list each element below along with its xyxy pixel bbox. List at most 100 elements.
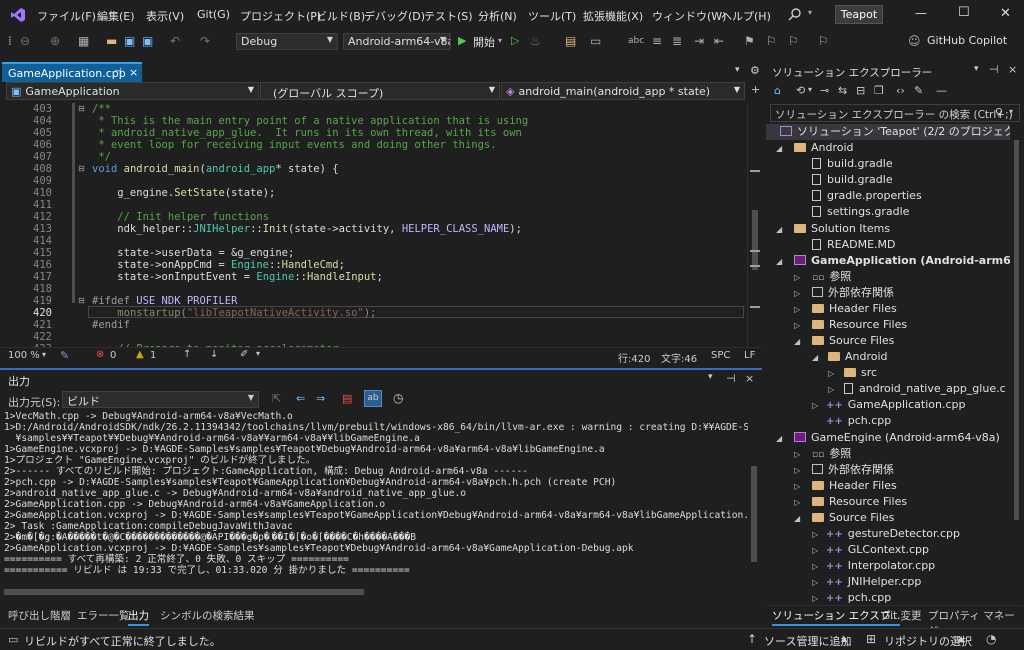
collapsed-icon[interactable]: ▷ (794, 482, 800, 491)
tree-solution[interactable]: ソリューション 'Teapot' (2/2 のプロジェクト) (766, 124, 1010, 140)
tree-file-cpp[interactable]: ++ pch.cpp (826, 590, 891, 606)
pin-icon[interactable]: ⊣ (114, 67, 122, 77)
tree-file-cpp[interactable]: ++ Interpolator.cpp (826, 558, 935, 574)
comment-icon[interactable]: ≡ (652, 34, 662, 48)
platform-select[interactable]: Android-arm64-v8a ▼ (343, 33, 451, 50)
tree-filter-resource-files[interactable]: Resource Files (812, 317, 907, 333)
scroll-thumb[interactable] (751, 466, 757, 562)
open-folder-icon[interactable]: ▬ (106, 34, 117, 48)
menu-help[interactable]: ヘルプ(H) (721, 8, 771, 24)
nav-function-select[interactable]: ◈ android_main(android_app * state) ▼ (501, 82, 745, 100)
undo-icon[interactable]: ↶ (170, 34, 180, 48)
menu-view[interactable]: 表示(V) (146, 8, 184, 24)
nav-scope-select[interactable]: (グローバル スコープ) ▼ (260, 82, 500, 100)
scroll-thumb[interactable] (752, 210, 758, 270)
next-issue-icon[interactable]: ↓ (210, 349, 218, 360)
go-to-location-icon[interactable]: ⇱ (272, 392, 281, 405)
close-icon[interactable]: × (129, 66, 138, 79)
tree-file-cpp[interactable]: ++ gestureDetector.cpp (826, 526, 960, 542)
warning-icon[interactable]: ▲ (136, 349, 144, 360)
tree-folder-solution-items[interactable]: Solution Items (794, 221, 890, 237)
collapsed-icon[interactable]: ▷ (794, 321, 800, 330)
next-message-icon[interactable]: ⇒ (316, 392, 325, 405)
tree-filter-header-files[interactable]: Header Files (812, 478, 897, 494)
uncomment-icon[interactable]: ≣ (672, 34, 682, 48)
code-cleanup-dropdown-icon[interactable]: ▾ (256, 349, 260, 358)
collapsed-icon[interactable]: ▷ (794, 450, 800, 459)
tree-filter-src[interactable]: src (844, 365, 877, 381)
minimize-button[interactable]: — (915, 6, 927, 20)
panel-menu-icon[interactable]: ▾ (974, 64, 979, 74)
tree-file[interactable]: gradle.properties (812, 188, 922, 204)
code-cleanup-icon[interactable]: ✐ (240, 349, 248, 360)
word-wrap-toggle[interactable]: ab (364, 390, 382, 407)
search-icon[interactable] (788, 7, 802, 21)
tree-file-cpp[interactable]: ++ GameApplication.cpp (826, 397, 965, 413)
start-button[interactable]: 開始 (473, 34, 495, 50)
close-icon[interactable]: × (1008, 63, 1017, 76)
chevron-up-icon[interactable]: ▲ (841, 634, 847, 643)
tree-folder-android[interactable]: Android (794, 140, 854, 156)
tree-file[interactable]: build.gradle (812, 156, 893, 172)
horizontal-scrollbar[interactable] (272, 352, 602, 360)
column-indicator[interactable]: 文字:46 (661, 350, 697, 365)
next-bookmark-icon[interactable]: ⚐ (788, 34, 799, 48)
collapse-icon[interactable]: ⊟ (78, 296, 85, 305)
gear-icon[interactable]: ⚙ (750, 64, 760, 77)
tab-call-hierarchy[interactable]: 呼び出し階層 (8, 608, 71, 623)
home-icon[interactable]: ⌂ (774, 84, 781, 97)
spell-check-icon[interactable]: abc (628, 34, 644, 48)
menu-extensions[interactable]: 拡張機能(X) (583, 8, 643, 24)
menu-build[interactable]: ビルド(B) (316, 8, 365, 24)
output-source-select[interactable]: ビルド ▼ (62, 391, 259, 408)
pin-icon[interactable]: ⊣ (989, 63, 999, 76)
warning-count[interactable]: 1 (150, 350, 156, 361)
back-icon[interactable]: ⊖ (20, 34, 30, 48)
search-icon[interactable]: ⚲ (995, 106, 1003, 119)
prev-message-icon[interactable]: ⇐ (296, 392, 305, 405)
solution-search-input[interactable]: ソリューション エクスプローラー の検索 (Ctrl+;) ⚲ ▾ (770, 104, 1020, 122)
scroll-thumb[interactable] (1014, 140, 1019, 520)
collapsed-icon[interactable]: ▷ (812, 578, 818, 587)
tab-symbol-results[interactable]: シンボルの検索結果 (160, 608, 255, 623)
tree-external-deps[interactable]: 外部依存関係 (812, 462, 894, 478)
line-ending-indicator[interactable]: LF (744, 350, 755, 361)
tree-filter-android[interactable]: Android (828, 349, 888, 365)
code-icon[interactable]: ‹› (896, 84, 905, 97)
collapsed-icon[interactable]: ▷ (794, 498, 800, 507)
tree-filter-source-files[interactable]: Source Files (812, 333, 894, 349)
clear-bookmarks-icon[interactable]: ⚐ (818, 34, 829, 48)
tree-external-deps[interactable]: 外部依存関係 (812, 285, 894, 301)
pin-icon[interactable]: ⊣ (726, 372, 736, 385)
chevron-up-icon[interactable]: ▲ (958, 634, 964, 643)
expanded-icon[interactable]: ◢ (776, 434, 782, 443)
menu-window[interactable]: ウィンドウ(W) (652, 8, 726, 24)
collapsed-icon[interactable]: ▷ (812, 562, 818, 571)
redo-icon[interactable]: ↷ (200, 34, 210, 48)
new-project-icon[interactable]: ▦ (78, 34, 89, 48)
pending-changes-icon[interactable]: ⊸ (820, 84, 829, 97)
clear-all-icon[interactable]: ▤ (342, 392, 352, 405)
tree-file-cpp[interactable]: ++ JNIHelper.cpp (826, 574, 921, 590)
menu-project[interactable]: プロジェクト(P) (240, 8, 321, 24)
tree-project-gameengine[interactable]: GameEngine (Android-arm64-v8a) (794, 430, 1000, 446)
collapsed-icon[interactable]: ▷ (812, 594, 818, 603)
collapsed-icon[interactable]: ▷ (794, 466, 800, 475)
error-count[interactable]: 0 (110, 350, 116, 361)
tab-git-changes[interactable]: Git 変更 (882, 608, 922, 623)
menu-tools[interactable]: ツール(T) (528, 8, 576, 24)
whitespace-indicator[interactable]: SPC (711, 350, 730, 361)
hot-reload-icon[interactable]: ♨ (530, 34, 541, 48)
add-to-source-control-button[interactable]: ソース管理に追加 (764, 633, 851, 649)
expanded-icon[interactable]: ◢ (776, 257, 782, 266)
show-all-files-icon[interactable]: ❐ (874, 84, 884, 97)
expanded-icon[interactable]: ◢ (776, 225, 782, 234)
tree-filter-resource-files[interactable]: Resource Files (812, 494, 907, 510)
collapsed-icon[interactable]: ▷ (828, 385, 834, 394)
clock-icon[interactable]: ◷ (393, 391, 403, 405)
prev-bookmark-icon[interactable]: ⚐ (766, 34, 777, 48)
find-in-files-icon[interactable]: ▤ (565, 34, 576, 48)
config-select[interactable]: Debug ▼ (236, 33, 338, 50)
tree-file-c[interactable]: android_native_app_glue.c (844, 381, 1006, 397)
layout-icon[interactable]: ▭ (590, 34, 601, 48)
